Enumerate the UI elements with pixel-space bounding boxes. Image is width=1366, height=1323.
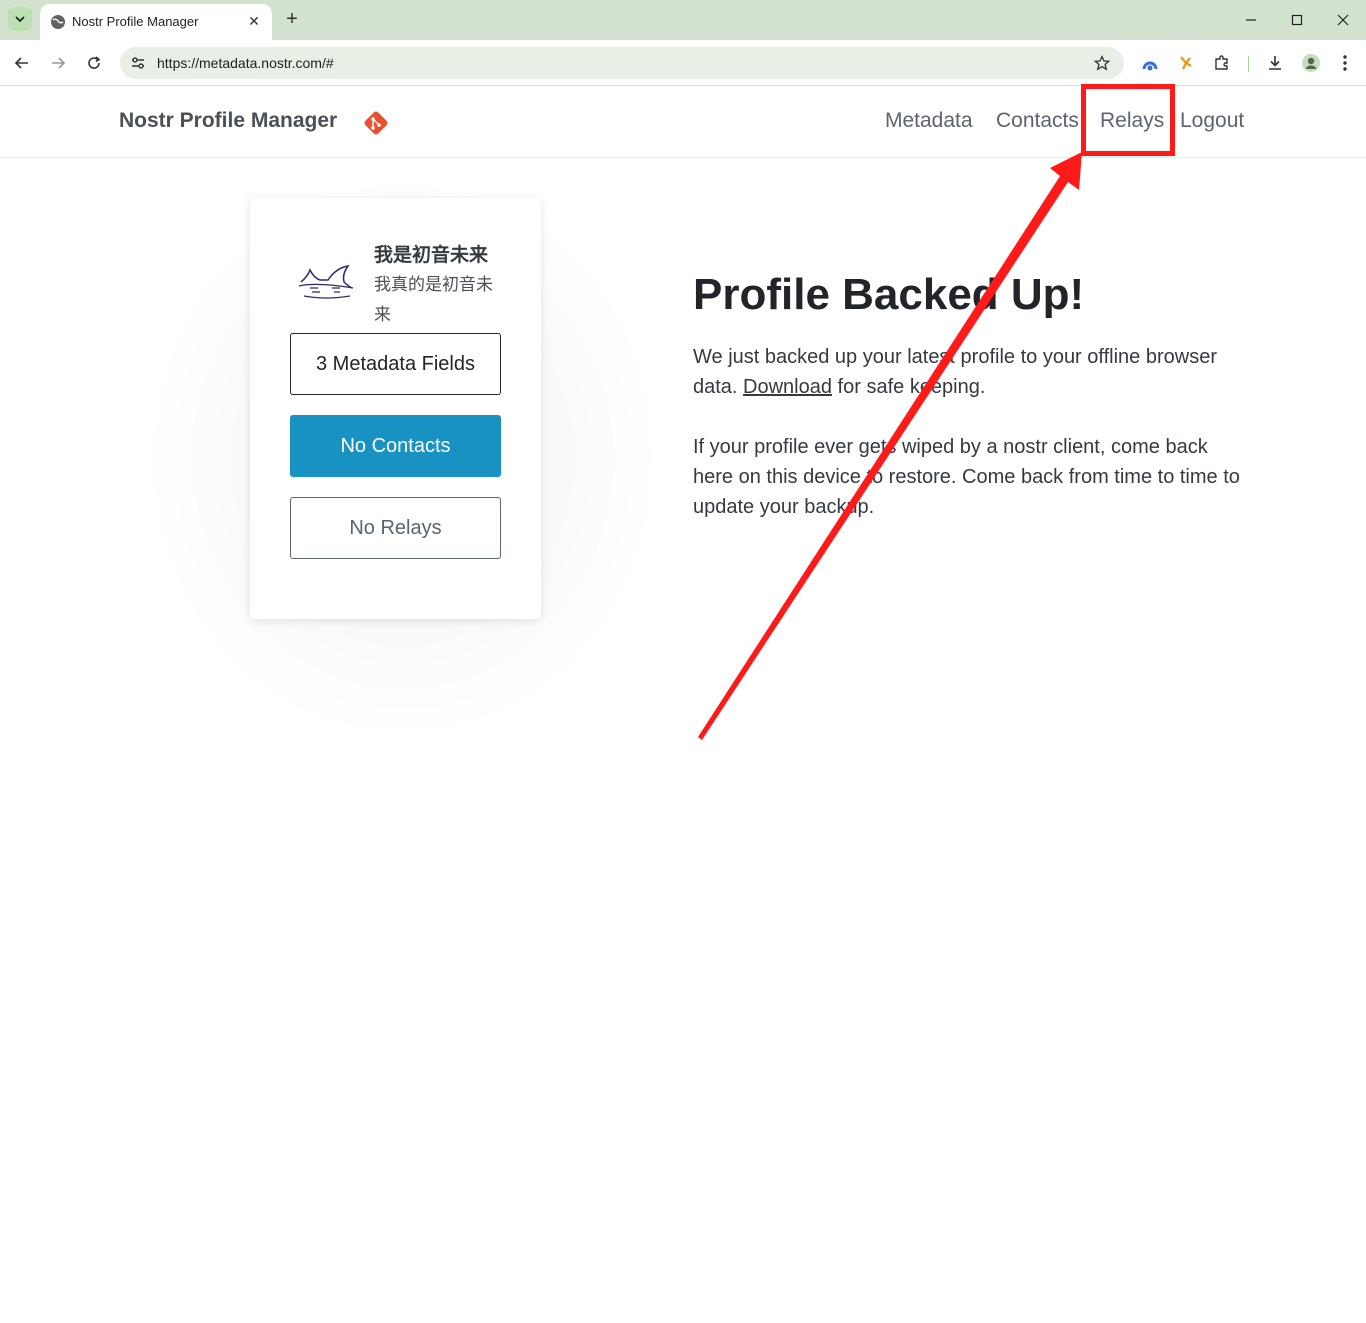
chevron-down-icon — [15, 16, 25, 23]
tab-search-button[interactable] — [8, 7, 32, 31]
new-tab-button[interactable]: + — [281, 8, 303, 30]
tab-close-icon[interactable]: ✕ — [244, 11, 264, 31]
extension-orange-icon[interactable] — [1174, 51, 1198, 75]
profile-about: 我真的是初音未来 — [374, 275, 493, 324]
brand-title[interactable]: Nostr Profile Manager — [119, 109, 337, 133]
minimize-icon[interactable] — [1239, 8, 1263, 32]
reload-icon[interactable] — [82, 51, 106, 75]
page-headline: Profile Backed Up! — [693, 270, 1085, 319]
back-arrow-icon[interactable] — [10, 51, 34, 75]
git-logo-icon — [364, 111, 388, 135]
bookmark-star-icon[interactable] — [1092, 53, 1112, 73]
maximize-icon[interactable] — [1285, 8, 1309, 32]
annotation-arrow — [698, 152, 1082, 740]
browser-tab[interactable]: Nostr Profile Manager ✕ — [40, 4, 272, 40]
address-bar[interactable]: https://metadata.nostr.com/# — [120, 47, 1124, 79]
download-link[interactable]: Download — [743, 376, 832, 398]
avatar — [298, 264, 354, 299]
globe-icon — [51, 15, 65, 29]
download-icon[interactable] — [1263, 51, 1287, 75]
metadata-fields-button[interactable]: 3 Metadata Fields — [290, 333, 501, 395]
url-text[interactable]: https://metadata.nostr.com/# — [157, 55, 334, 71]
forward-arrow-icon[interactable] — [46, 51, 70, 75]
nav-link-contacts[interactable]: Contacts — [996, 109, 1079, 133]
profile-card: 我是初音未来 我真的是初音未来 3 Metadata Fields No Con… — [250, 198, 541, 619]
profile-name: 我是初音未来 — [374, 245, 489, 266]
restore-paragraph: If your profile ever gets wiped by a nos… — [693, 436, 1240, 518]
relays-button[interactable]: No Relays — [290, 497, 501, 559]
annotation-highlight-box — [1081, 84, 1175, 156]
extension-blue-icon[interactable] — [1138, 51, 1162, 75]
toolbar-divider — [1248, 56, 1249, 72]
window-close-icon[interactable] — [1331, 8, 1355, 32]
extensions-puzzle-icon[interactable] — [1210, 51, 1234, 75]
more-menu-icon[interactable] — [1333, 51, 1357, 75]
browser-toolbar: https://metadata.nostr.com/# — [0, 40, 1366, 86]
nav-link-metadata[interactable]: Metadata — [885, 109, 973, 133]
profile-avatar-icon[interactable] — [1299, 51, 1323, 75]
backup-text-after: for safe keeping. — [832, 376, 986, 398]
tab-title: Nostr Profile Manager — [72, 14, 199, 29]
site-settings-icon[interactable] — [128, 53, 148, 73]
contacts-button[interactable]: No Contacts — [290, 415, 501, 477]
browser-tab-bar: Nostr Profile Manager ✕ + — [0, 0, 1366, 40]
nav-link-logout[interactable]: Logout — [1180, 109, 1244, 133]
backup-paragraph: We just backed up your latest profile to… — [693, 342, 1253, 402]
